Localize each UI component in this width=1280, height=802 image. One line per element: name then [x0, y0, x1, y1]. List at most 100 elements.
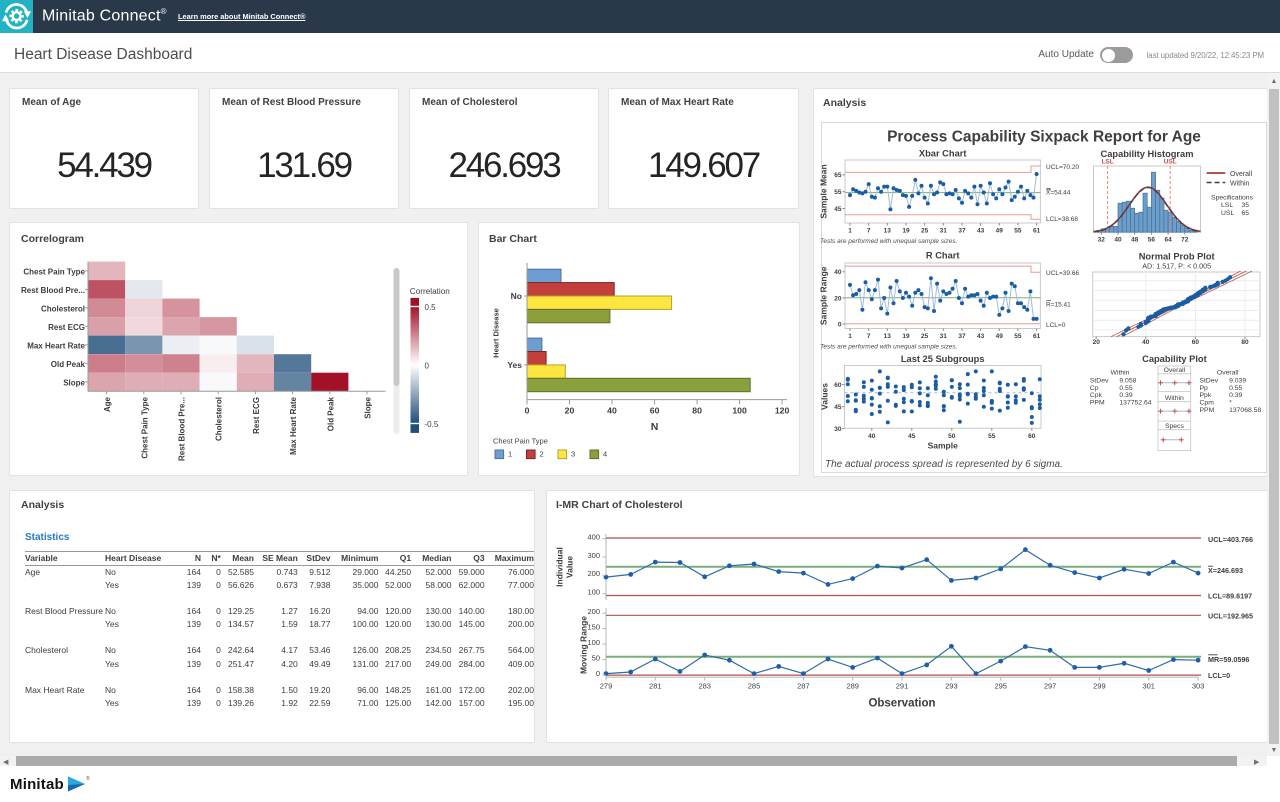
svg-text:Within: Within	[1165, 395, 1184, 402]
svg-text:Heart Disease: Heart Disease	[492, 308, 501, 358]
svg-text:299: 299	[1093, 682, 1106, 691]
svg-text:Normal Prob Plot: Normal Prob Plot	[1139, 252, 1215, 262]
svg-text:60: 60	[1192, 339, 1200, 346]
svg-text:Cholesterol: Cholesterol	[215, 397, 224, 441]
svg-text:200: 200	[587, 569, 600, 578]
svg-text:R Chart: R Chart	[926, 251, 960, 261]
svg-text:Max Heart Rate: Max Heart Rate	[27, 341, 85, 350]
svg-text:13: 13	[884, 333, 892, 340]
svg-text:55: 55	[988, 433, 996, 440]
svg-text:60: 60	[834, 382, 842, 389]
svg-text:19: 19	[902, 228, 910, 235]
svg-text:Cpm: Cpm	[1200, 400, 1215, 407]
svg-text:LSL: LSL	[1221, 202, 1233, 209]
svg-text:25: 25	[921, 333, 929, 340]
svg-text:289: 289	[846, 682, 859, 691]
svg-text:*: *	[1229, 400, 1232, 407]
svg-text:43: 43	[977, 333, 985, 340]
svg-text:Tests are performed with unequ: Tests are performed with unequal sample …	[820, 238, 958, 245]
svg-text:The actual process spread is r: The actual process spread is represented…	[825, 459, 1063, 470]
svg-text:9.058: 9.058	[1119, 377, 1136, 384]
svg-text:Within: Within	[1111, 370, 1130, 377]
svg-text:49: 49	[996, 228, 1004, 235]
svg-text:40: 40	[1114, 237, 1122, 244]
svg-text:LSL: LSL	[1101, 159, 1113, 166]
svg-text:37: 37	[958, 228, 966, 235]
svg-text:100: 100	[732, 406, 747, 416]
svg-text:55: 55	[1014, 333, 1022, 340]
svg-text:137752.64: 137752.64	[1119, 400, 1151, 407]
svg-text:0.5: 0.5	[425, 303, 437, 312]
svg-text:0: 0	[525, 406, 530, 416]
svg-text:293: 293	[945, 682, 958, 691]
svg-text:0: 0	[425, 362, 430, 371]
svg-text:Overall: Overall	[1164, 367, 1186, 374]
svg-text:N: N	[651, 421, 659, 433]
svg-text:Overall: Overall	[1230, 171, 1253, 178]
svg-text:7: 7	[867, 228, 871, 235]
svg-text:0.55: 0.55	[1119, 385, 1132, 392]
svg-text:Values: Values	[820, 383, 830, 410]
svg-text:Observation: Observation	[868, 698, 935, 710]
svg-text:279: 279	[600, 682, 613, 691]
svg-text:0.55: 0.55	[1229, 385, 1242, 392]
svg-text:No: No	[511, 291, 522, 301]
svg-text:285: 285	[748, 682, 761, 691]
svg-text:Rest ECG: Rest ECG	[252, 397, 261, 434]
svg-text:65: 65	[834, 172, 842, 179]
svg-text:0: 0	[838, 321, 842, 328]
svg-text:7: 7	[867, 333, 871, 340]
svg-text:Specs: Specs	[1165, 423, 1184, 430]
svg-text:64: 64	[1164, 237, 1172, 244]
svg-text:X=246.693: X=246.693	[1208, 566, 1243, 575]
svg-text:100: 100	[587, 638, 600, 647]
svg-text:Tests are performed with unequ: Tests are performed with unequal sample …	[820, 344, 958, 351]
svg-text:Moving Range: Moving Range	[579, 616, 589, 674]
svg-text:281: 281	[649, 682, 662, 691]
svg-text:137068.58: 137068.58	[1229, 407, 1261, 414]
svg-text:Cholesterol: Cholesterol	[41, 304, 85, 313]
svg-text:StDev: StDev	[1090, 377, 1109, 384]
svg-text:300: 300	[587, 551, 600, 560]
svg-text:80: 80	[1241, 339, 1249, 346]
svg-text:Minitab: Minitab	[10, 776, 64, 793]
svg-text:Sample Range: Sample Range	[819, 266, 829, 325]
svg-text:R=15.41: R=15.41	[1046, 302, 1071, 309]
svg-text:Slope: Slope	[364, 396, 373, 418]
svg-text:31: 31	[940, 333, 948, 340]
svg-text:0.39: 0.39	[1119, 392, 1132, 399]
svg-text:1: 1	[508, 450, 512, 459]
svg-text:150: 150	[587, 622, 600, 631]
svg-text:37: 37	[958, 333, 966, 340]
svg-text:Process Capability Sixpack Rep: Process Capability Sixpack Report for Ag…	[887, 129, 1201, 146]
svg-text:55: 55	[1014, 228, 1022, 235]
svg-text:LCL=0: LCL=0	[1208, 671, 1230, 680]
svg-text:20: 20	[1093, 339, 1101, 346]
svg-text:LCL=38.68: LCL=38.68	[1046, 216, 1078, 223]
svg-text:40: 40	[868, 433, 876, 440]
svg-text:1: 1	[848, 333, 852, 340]
svg-text:Last 25 Subgroups: Last 25 Subgroups	[901, 354, 985, 364]
svg-text:56: 56	[1148, 237, 1156, 244]
svg-text:Old Peak: Old Peak	[326, 396, 335, 431]
svg-text:32: 32	[1098, 237, 1106, 244]
svg-text:45: 45	[834, 404, 842, 411]
svg-text:31: 31	[940, 228, 948, 235]
svg-text:PPM: PPM	[1090, 400, 1105, 407]
svg-text:Sample: Sample	[928, 441, 959, 451]
svg-text:UCL=70.20: UCL=70.20	[1046, 164, 1079, 171]
svg-text:48: 48	[1131, 237, 1139, 244]
svg-text:Xbar Chart: Xbar Chart	[919, 149, 967, 159]
svg-text:UCL=403.766: UCL=403.766	[1208, 535, 1253, 544]
svg-text:200: 200	[587, 607, 600, 616]
svg-text:Within: Within	[1230, 181, 1250, 188]
svg-text:Yes: Yes	[507, 360, 522, 370]
svg-text:35: 35	[1241, 202, 1249, 209]
svg-text:Capability Plot: Capability Plot	[1142, 354, 1207, 364]
svg-text:Specifications: Specifications	[1211, 195, 1254, 202]
svg-text:55: 55	[834, 189, 842, 196]
svg-text:Sample Mean: Sample Mean	[819, 164, 829, 218]
svg-text:Rest ECG: Rest ECG	[48, 323, 85, 332]
svg-text:13: 13	[884, 228, 892, 235]
svg-text:Correlation: Correlation	[410, 287, 450, 296]
